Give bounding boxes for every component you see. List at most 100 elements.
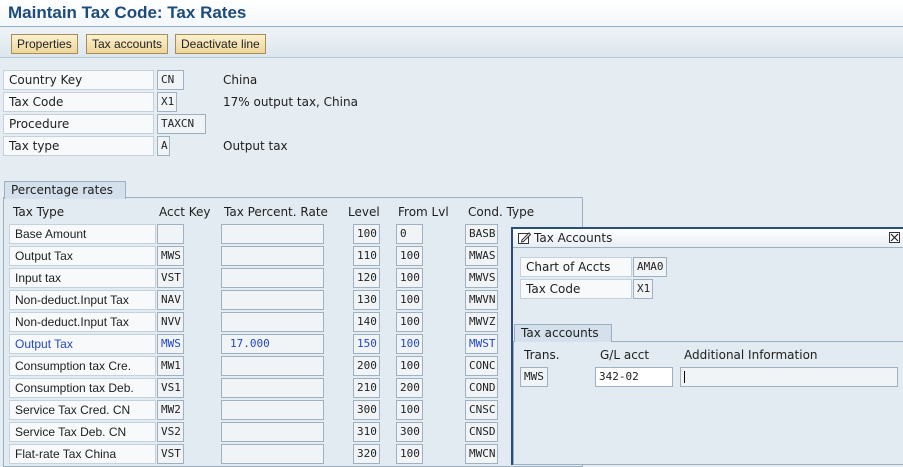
- tax-type-field[interactable]: A: [157, 136, 170, 156]
- gl-acct-input[interactable]: 342-02: [595, 367, 673, 387]
- tax-code-label: Tax Code: [3, 92, 154, 112]
- col-gl-acct: G/L acct: [600, 348, 650, 362]
- country-key-desc: China: [223, 73, 258, 87]
- rate-level: 210: [353, 378, 380, 398]
- rate-tax-type: Output Tax: [9, 246, 156, 266]
- edit-window-icon: [518, 232, 531, 244]
- procedure-field[interactable]: TAXCN: [157, 114, 206, 134]
- rate-cond-type: CNSD: [465, 422, 498, 442]
- col-tax-type: Tax Type: [13, 205, 65, 219]
- col-trans: Trans.: [524, 348, 560, 362]
- rate-tax-type: Base Amount: [9, 224, 156, 244]
- col-acct-key: Acct Key: [159, 205, 211, 219]
- rate-tax-type: Non-deduct.Input Tax: [9, 290, 156, 310]
- rate-from-lvl: 0: [396, 224, 423, 244]
- rate-percent[interactable]: [221, 224, 324, 244]
- rate-tax-type: Flat-rate Tax China: [9, 444, 156, 464]
- title-bar: Maintain Tax Code: Tax Rates: [0, 0, 903, 27]
- popup-header: Tax Accounts: [513, 229, 903, 248]
- rate-percent[interactable]: [221, 356, 324, 376]
- rate-cond-type: MWCN: [465, 444, 498, 464]
- rate-from-lvl: 300: [396, 422, 423, 442]
- rate-from-lvl: 100: [396, 290, 423, 310]
- rate-acct-key[interactable]: MW2: [157, 400, 184, 420]
- popup-tax-code-field[interactable]: X1: [633, 279, 653, 299]
- trans-field[interactable]: MWS: [520, 367, 548, 387]
- rate-from-lvl: 100: [396, 356, 423, 376]
- rate-acct-key[interactable]: MWS: [157, 334, 184, 354]
- rate-cond-type: CNSC: [465, 400, 498, 420]
- rate-acct-key[interactable]: NVV: [157, 312, 184, 332]
- rate-level: 320: [353, 444, 380, 464]
- rate-level: 130: [353, 290, 380, 310]
- popup-title: Tax Accounts: [534, 231, 613, 245]
- rate-cond-type: COND: [465, 378, 498, 398]
- rate-cond-type: MWAS: [465, 246, 498, 266]
- tax-accounts-group-title: Tax accounts: [514, 324, 612, 342]
- tax-type-label: Tax type: [3, 136, 154, 156]
- rate-percent[interactable]: [221, 290, 324, 310]
- col-cond-type: Cond. Type: [468, 205, 535, 219]
- rate-percent[interactable]: [221, 246, 324, 266]
- col-additional-info: Additional Information: [684, 348, 818, 362]
- rate-acct-key[interactable]: VST: [157, 444, 184, 464]
- rate-level: 310: [353, 422, 380, 442]
- rate-tax-type: Service Tax Cred. CN: [9, 400, 156, 420]
- rate-percent[interactable]: 17.000: [221, 334, 324, 354]
- col-tax-percent: Tax Percent. Rate: [224, 205, 328, 219]
- rate-cond-type: MWVS: [465, 268, 498, 288]
- tax-type-desc: Output tax: [223, 139, 288, 153]
- tax-accounts-button[interactable]: Tax accounts: [86, 34, 169, 54]
- rate-percent[interactable]: [221, 378, 324, 398]
- tax-code-desc: 17% output tax, China: [223, 95, 358, 109]
- rate-acct-key[interactable]: [157, 224, 184, 244]
- rate-from-lvl: 100: [396, 334, 423, 354]
- rate-acct-key[interactable]: MW1: [157, 356, 184, 376]
- country-key-label: Country Key: [3, 70, 154, 90]
- popup-tax-code-label: Tax Code: [520, 279, 632, 299]
- rate-acct-key[interactable]: VST: [157, 268, 184, 288]
- rate-tax-type: Non-deduct.Input Tax: [9, 312, 156, 332]
- deactivate-line-button[interactable]: Deactivate line: [175, 34, 266, 54]
- rate-level: 120: [353, 268, 380, 288]
- percentage-rates-title: Percentage rates: [4, 181, 126, 199]
- col-level: Level: [348, 205, 380, 219]
- rate-tax-type: Service Tax Deb. CN: [9, 422, 156, 442]
- rate-level: 110: [353, 246, 380, 266]
- rate-acct-key[interactable]: MWS: [157, 246, 184, 266]
- rate-level: 300: [353, 400, 380, 420]
- rate-tax-type: Consumption tax Cre.: [9, 356, 156, 376]
- rate-tax-type: Output Tax: [9, 334, 156, 354]
- properties-button[interactable]: Properties: [11, 34, 78, 54]
- rate-percent[interactable]: [221, 268, 324, 288]
- rate-level: 100: [353, 224, 380, 244]
- rate-acct-key[interactable]: NAV: [157, 290, 184, 310]
- close-icon[interactable]: [889, 232, 900, 243]
- rate-from-lvl: 100: [396, 268, 423, 288]
- rate-from-lvl: 100: [396, 246, 423, 266]
- rate-cond-type: MWST: [465, 334, 498, 354]
- chart-of-accts-label: Chart of Accts: [520, 257, 632, 277]
- rate-from-lvl: 100: [396, 400, 423, 420]
- rate-level: 140: [353, 312, 380, 332]
- rate-from-lvl: 100: [396, 444, 423, 464]
- tax-accounts-popup: Tax Accounts Chart of Accts AMA0 Tax Cod…: [511, 227, 903, 465]
- rate-percent[interactable]: [221, 400, 324, 420]
- procedure-label: Procedure: [3, 114, 154, 134]
- rate-level: 200: [353, 356, 380, 376]
- rate-cond-type: MWVN: [465, 290, 498, 310]
- rate-percent[interactable]: [221, 444, 324, 464]
- rate-acct-key[interactable]: VS2: [157, 422, 184, 442]
- rate-tax-type: Consumption tax Deb.: [9, 378, 156, 398]
- rate-level: 150: [353, 334, 380, 354]
- rate-percent[interactable]: [221, 312, 324, 332]
- rate-acct-key[interactable]: VS1: [157, 378, 184, 398]
- rate-cond-type: BASB: [465, 224, 498, 244]
- chart-of-accts-field[interactable]: AMA0: [633, 257, 667, 277]
- rate-tax-type: Input tax: [9, 268, 156, 288]
- country-key-field[interactable]: CN: [157, 70, 184, 90]
- tax-code-field[interactable]: X1: [157, 92, 177, 112]
- rate-percent[interactable]: [221, 422, 324, 442]
- rate-cond-type: MWVZ: [465, 312, 498, 332]
- additional-info-input[interactable]: [680, 367, 898, 387]
